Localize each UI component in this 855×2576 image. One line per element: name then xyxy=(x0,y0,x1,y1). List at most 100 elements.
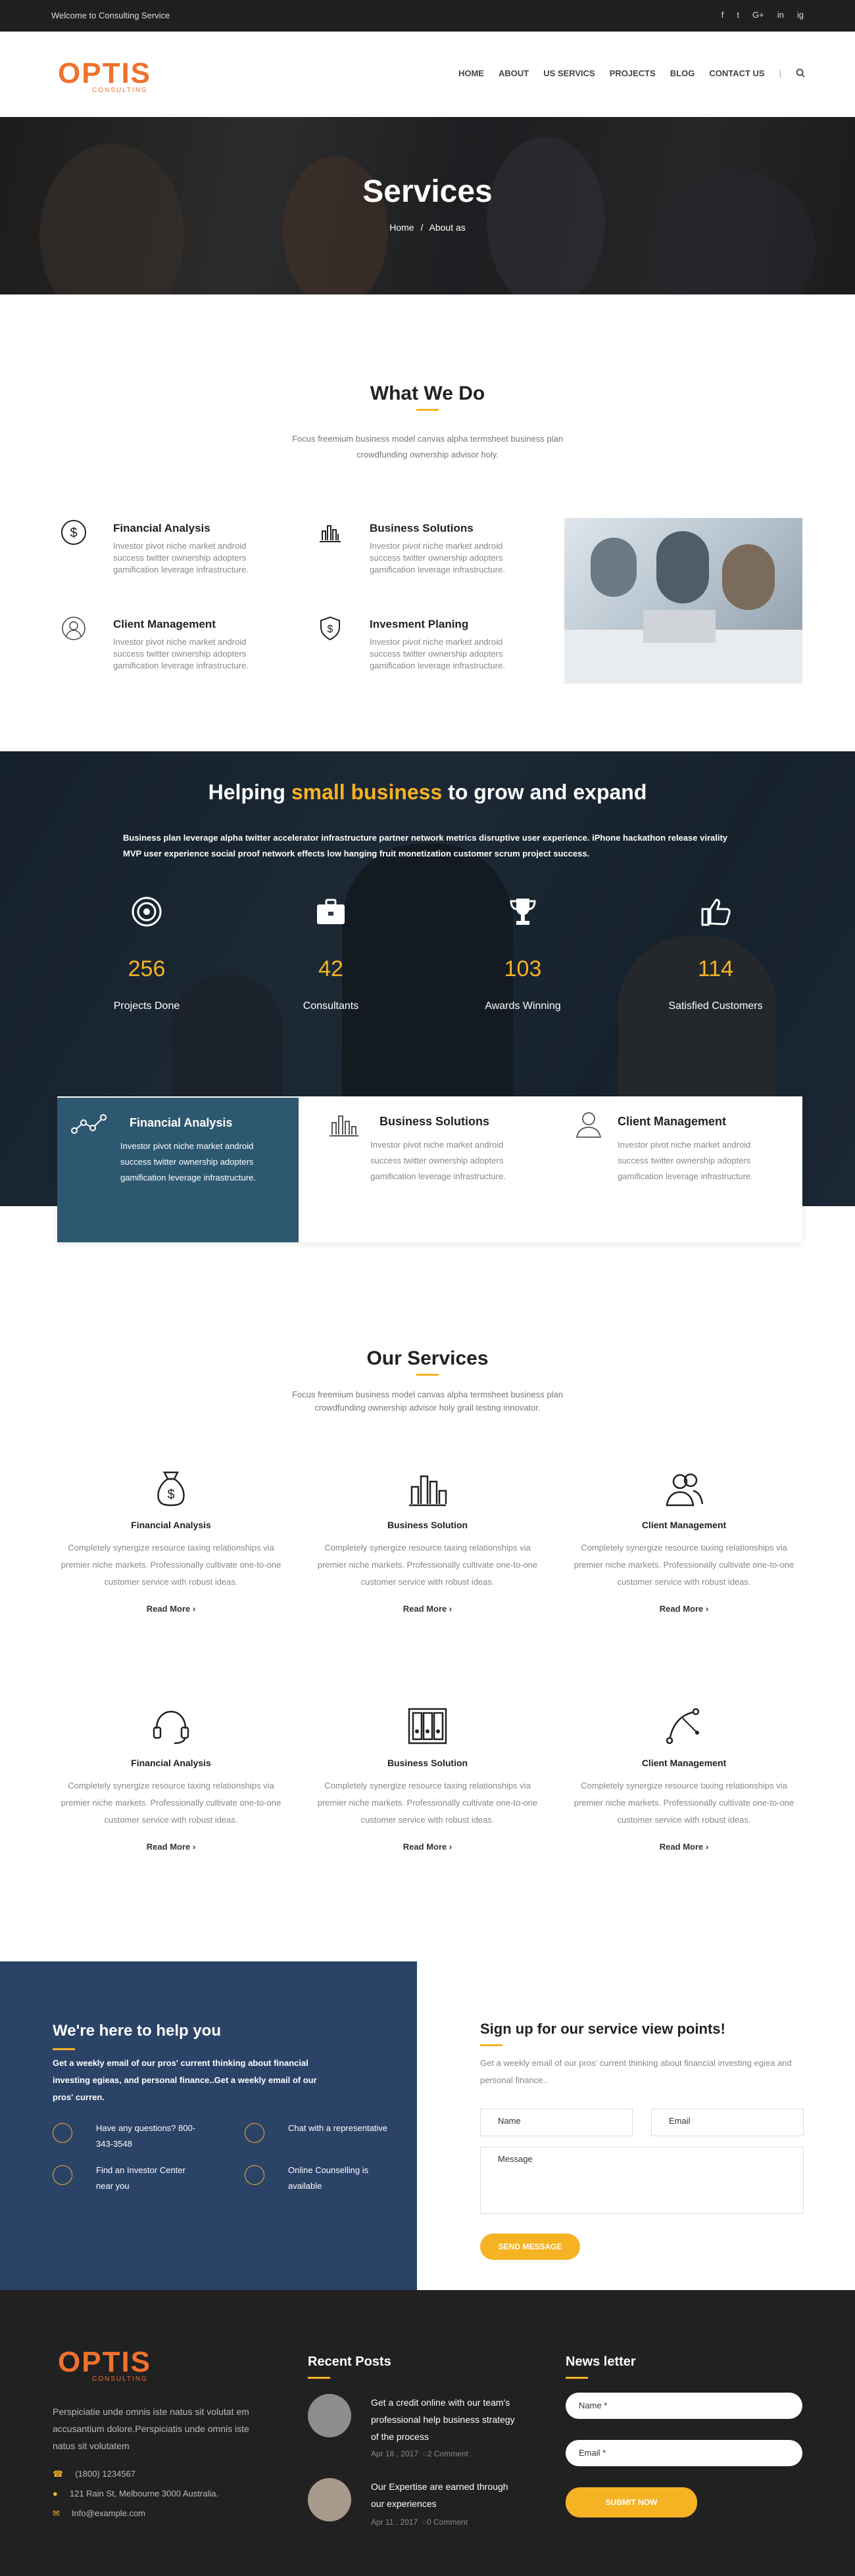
post-title[interactable]: Our Expertise are earned through our exp… xyxy=(371,2478,516,2512)
nav-divider: | xyxy=(779,68,781,78)
post-comments: 2 Comment xyxy=(427,2449,468,2458)
post-title[interactable]: Get a credit online with our team's prof… xyxy=(371,2394,516,2445)
facebook-icon[interactable]: f xyxy=(721,10,724,20)
stat-awards: 103 Awards Winning xyxy=(451,896,595,1012)
svg-text:$: $ xyxy=(167,1487,174,1502)
card-financial-analysis[interactable]: Financial Analysis Investor pivot niche … xyxy=(57,1098,299,1242)
graph-icon xyxy=(70,1111,112,1140)
newsletter-name-input[interactable]: Name * xyxy=(566,2393,802,2419)
card-business-solutions[interactable]: Business Solutions Investor pivot niche … xyxy=(307,1096,549,1242)
service-text: Completely synergize resource taxing rel… xyxy=(574,1543,794,1587)
logo-word: OPTIS xyxy=(58,2346,152,2378)
help-title: We're here to help you xyxy=(53,2022,221,2040)
stats-title-start: Helping xyxy=(208,780,291,804)
read-more-link[interactable]: Read More › xyxy=(147,1604,195,1614)
submit-now-button[interactable]: SUBMIT NOW xyxy=(566,2487,697,2517)
breadcrumb-current: About as xyxy=(429,222,466,233)
target-icon xyxy=(131,896,162,927)
service-title: Client Management xyxy=(641,1520,727,1530)
newsletter-title: News letter xyxy=(566,2354,636,2369)
footer-address-row: ● 121 Rain St, Melbourne 3000 Australia. xyxy=(53,2485,218,2503)
read-more-link[interactable]: Read More › xyxy=(660,1842,708,1852)
recent-post[interactable]: Get a credit online with our team's prof… xyxy=(308,2394,525,2458)
thumbs-up-icon xyxy=(700,896,731,927)
nav-about[interactable]: ABOUT xyxy=(499,68,529,78)
comment-icon: ◌ xyxy=(422,2449,428,2458)
briefcase-icon xyxy=(315,896,347,927)
nav-services[interactable]: US SERVICS xyxy=(543,68,595,78)
card-title: Business Solutions xyxy=(379,1115,490,1128)
feature-text: Investor pivot niche market android succ… xyxy=(113,541,249,574)
help-chat[interactable]: Chat with a representative xyxy=(245,2120,389,2143)
nav-home[interactable]: HOME xyxy=(458,68,484,78)
nav-projects[interactable]: PROJECTS xyxy=(610,68,656,78)
feature-text: Investor pivot niche market android succ… xyxy=(370,637,505,670)
post-date: Apr 11 , 2017 xyxy=(371,2517,418,2527)
help-section: We're here to help you Get a weekly emai… xyxy=(0,1961,417,2290)
section-title-what-we-do: What We Do xyxy=(370,383,485,404)
read-more-link[interactable]: Read More › xyxy=(403,1842,452,1852)
shield-dollar-icon: $ xyxy=(317,615,343,642)
logo[interactable]: OPTIS CONSULTING xyxy=(58,59,163,96)
card-text: Investor pivot niche market android succ… xyxy=(618,1140,753,1181)
service-text: Completely synergize resource taxing rel… xyxy=(317,1543,538,1587)
newsletter-email-input[interactable]: Email * xyxy=(566,2440,802,2466)
service-item: Client Management Completely synergize r… xyxy=(566,1705,802,1853)
email-field[interactable]: Email xyxy=(651,2109,804,2136)
twitter-icon[interactable]: t xyxy=(737,10,739,20)
trophy-icon xyxy=(507,896,539,927)
nav-blog[interactable]: BLOG xyxy=(670,68,695,78)
service-title: Financial Analysis xyxy=(131,1520,211,1530)
breadcrumb-home[interactable]: Home xyxy=(389,222,414,233)
post-comments: 0 Comment xyxy=(426,2517,468,2527)
logo-sub: CONSULTING xyxy=(92,2376,148,2383)
card-client-management[interactable]: Client Management Investor pivot niche m… xyxy=(554,1096,796,1242)
stat-projects: 256 Projects Done xyxy=(74,896,219,1012)
feature-investment-planing: $ Invesment Planing Investor pivot niche… xyxy=(317,615,534,681)
footer-logo[interactable]: OPTIS CONSULTING xyxy=(58,2348,163,2385)
counselling-icon xyxy=(245,2165,264,2185)
help-investor-center[interactable]: Find an Investor Center near you xyxy=(53,2163,197,2194)
social-links: f t G+ in ig xyxy=(721,10,804,20)
instagram-icon[interactable]: ig xyxy=(797,10,804,20)
service-text: Completely synergize resource taxing rel… xyxy=(61,1543,281,1587)
service-title: Financial Analysis xyxy=(131,1758,211,1768)
card-title: Financial Analysis xyxy=(130,1116,233,1129)
nav-contact[interactable]: CONTACT US xyxy=(709,68,764,78)
chat-icon xyxy=(245,2123,264,2143)
title-underline xyxy=(480,2044,502,2046)
signup-paragraph: Get a weekly email of our pros' current … xyxy=(480,2058,792,2085)
service-text: Completely synergize resource taxing rel… xyxy=(574,1781,794,1825)
title-underline xyxy=(416,1374,439,1376)
recent-post[interactable]: Our Expertise are earned through our exp… xyxy=(308,2478,525,2531)
stat-customers: 114 Satisfied Customers xyxy=(643,896,788,1012)
binders-icon xyxy=(406,1705,449,1747)
footer-email[interactable]: Info@example.com xyxy=(72,2508,145,2518)
service-item: Business Solution Completely synergize r… xyxy=(309,1705,546,1853)
name-field[interactable]: Name xyxy=(480,2109,633,2136)
card-text: Investor pivot niche market android succ… xyxy=(370,1140,506,1181)
footer-email-row: ✉ Info@example.com xyxy=(53,2504,145,2523)
send-message-button[interactable]: SEND MESSAGE xyxy=(480,2234,580,2260)
stat-value: 114 xyxy=(697,956,734,981)
read-more-link[interactable]: Read More › xyxy=(403,1604,452,1614)
read-more-link[interactable]: Read More › xyxy=(147,1842,195,1852)
google-plus-icon[interactable]: G+ xyxy=(752,10,764,20)
linkedin-icon[interactable]: in xyxy=(777,10,784,20)
search-icon[interactable] xyxy=(796,68,805,78)
help-counselling[interactable]: Online Counselling is available xyxy=(245,2163,389,2194)
post-meta: Apr 11 , 2017 ◌0 Comment xyxy=(371,2517,468,2527)
footer-phone: (1800) 1234567 xyxy=(75,2469,136,2479)
photo-figure xyxy=(722,544,775,610)
read-more-link[interactable]: Read More › xyxy=(660,1604,708,1614)
top-bar: Welcome to Consulting Service f t G+ in … xyxy=(0,0,855,32)
section-title-our-services: Our Services xyxy=(366,1347,489,1369)
service-item: Business Solution Completely synergize r… xyxy=(309,1467,546,1615)
help-paragraph: Get a weekly email of our pros' current … xyxy=(53,2058,317,2102)
service-title: Business Solution xyxy=(387,1758,468,1768)
service-item: Financial Analysis Completely synergize … xyxy=(53,1705,289,1853)
title-underline xyxy=(53,2048,75,2050)
message-field[interactable]: Message xyxy=(480,2147,804,2214)
mail-icon: ✉ xyxy=(53,2508,60,2518)
help-questions[interactable]: Have any questions? 800-343-3548 xyxy=(53,2120,197,2152)
